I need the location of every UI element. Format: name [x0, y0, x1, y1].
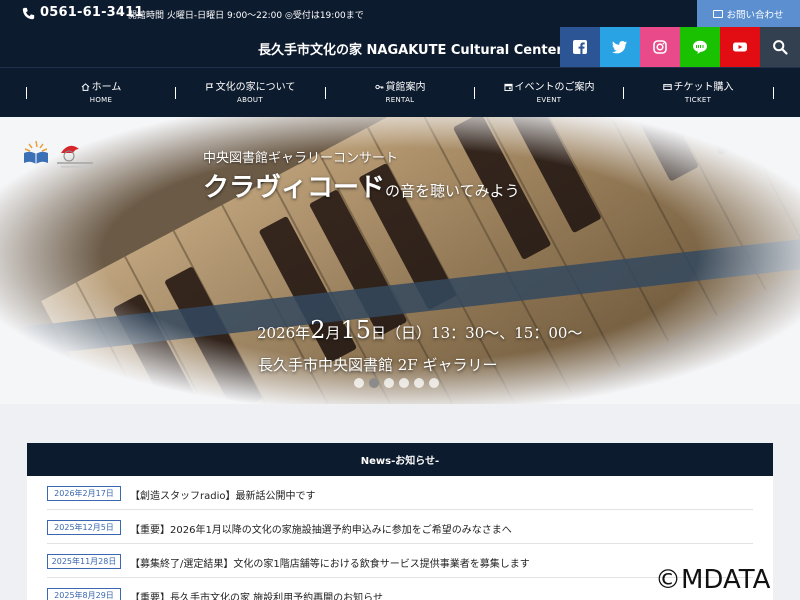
- nav-item-home[interactable]: ホーム HOME: [26, 68, 176, 118]
- hero-title-tail: の音を聴いてみよう: [385, 182, 520, 200]
- slider-dot[interactable]: [399, 378, 409, 388]
- news-item[interactable]: 2025年12月5日 【重要】2026年1月以降の文化の家施設抽選予約申込みに参…: [47, 510, 753, 544]
- phone-icon: [22, 7, 35, 20]
- news-title[interactable]: 【募集終了/選定結果】文化の家1階店舗等における飲食サービス提供事業者を募集しま…: [130, 555, 530, 570]
- watermark: ©MDATA: [655, 565, 771, 595]
- news-item[interactable]: 2025年11月28日 【募集終了/選定結果】文化の家1階店舗等における飲食サー…: [47, 544, 753, 578]
- nav-sublabel-about: ABOUT: [237, 96, 263, 104]
- instagram-icon: [653, 40, 667, 54]
- slider-dot[interactable]: [354, 378, 364, 388]
- search-button[interactable]: [760, 27, 800, 67]
- nav-item-event[interactable]: イベントのご案内 EVENT: [474, 68, 624, 118]
- nav-divider: [773, 87, 774, 99]
- hero-date-day-unit: 日: [371, 324, 387, 342]
- nav-label-home: ホーム: [91, 82, 122, 93]
- flag-icon: [205, 83, 213, 91]
- hero-venue: 長久手市中央図書館 2F ギャラリー: [258, 356, 498, 374]
- slider-dot[interactable]: [369, 378, 379, 388]
- calendar-icon: [503, 83, 513, 91]
- line-icon: [693, 40, 707, 54]
- library-logo: [24, 140, 48, 164]
- nav-label-about: 文化の家について: [215, 82, 296, 93]
- site-header: 長久手市文化の家 NAGAKUTE Cultural Center: [0, 27, 800, 67]
- hero-date-year: 2026年: [257, 324, 311, 342]
- hero-date-time: 13：30〜、15：00〜: [431, 324, 583, 342]
- news-date: 2025年8月29日: [47, 588, 121, 600]
- hero-title: クラヴィコード: [203, 173, 386, 203]
- news-title[interactable]: 【重要】長久手市文化の家 施設利用予約再開のお知らせ: [130, 589, 383, 600]
- slider-dot[interactable]: [429, 378, 439, 388]
- news-title[interactable]: 【創造スタッフradio】最新話公開中です: [130, 487, 315, 502]
- news-heading: News-お知らせ-: [27, 443, 773, 476]
- slider-pagination: [354, 378, 439, 388]
- hero-date-month-unit: 月: [325, 324, 341, 342]
- nav-sublabel-rental: RENTAL: [385, 96, 415, 104]
- facebook-icon: [573, 40, 587, 54]
- hero-date: 2026年2月15日（日）13：30〜、15：00〜: [257, 316, 582, 344]
- line-button[interactable]: [680, 27, 720, 67]
- slider-dot[interactable]: [384, 378, 394, 388]
- hero-date-day: 15: [340, 316, 372, 344]
- nav-label-rental: 貸館案内: [385, 82, 426, 93]
- contact-label: お問い合わせ: [726, 9, 784, 21]
- nav-sublabel-home: HOME: [89, 96, 113, 104]
- nav-label-event: イベントのご案内: [514, 82, 595, 93]
- news-item[interactable]: 2025年8月29日 【重要】長久手市文化の家 施設利用予約再開のお知らせ: [47, 578, 753, 600]
- top-info-bar: 0561-61-3411 開館時間 火曜日-日曜日 9:00〜22:00 ◎受付…: [0, 0, 800, 27]
- news-date: 2025年11月28日: [47, 554, 121, 569]
- global-nav: ホーム HOME 文化の家について ABOUT 貸館案内 RENTAL イベント…: [0, 67, 800, 117]
- nav-item-rental[interactable]: 貸館案内 RENTAL: [325, 68, 475, 118]
- hero-title-block: クラヴィコードの音を聴いてみよう: [203, 167, 520, 204]
- key-icon: [374, 84, 383, 90]
- youtube-button[interactable]: [720, 27, 760, 67]
- hero-date-month: 2: [310, 316, 326, 344]
- search-icon: [773, 40, 788, 55]
- youtube-icon: [733, 42, 747, 52]
- mail-icon: [713, 9, 724, 18]
- nav-item-about[interactable]: 文化の家について ABOUT: [175, 68, 325, 118]
- news-date: 2026年2月17日: [47, 486, 121, 501]
- hero-slider[interactable]: 中央図書館ギャラリーコンサート クラヴィコードの音を聴いてみよう 2026年2月…: [0, 117, 800, 404]
- hero-subtitle: 中央図書館ギャラリーコンサート: [203, 151, 399, 166]
- facebook-button[interactable]: [560, 27, 600, 67]
- hero-date-weekday: （日）: [386, 324, 432, 342]
- nav-sublabel-ticket: TICKET: [684, 96, 712, 104]
- nav-sublabel-event: EVENT: [536, 96, 562, 104]
- contact-button[interactable]: お問い合わせ: [697, 0, 800, 27]
- ticket-icon: [662, 84, 672, 91]
- news-item[interactable]: 2026年2月17日 【創造スタッフradio】最新話公開中です: [47, 476, 753, 510]
- nav-label-ticket: チケット購入: [673, 82, 734, 93]
- nav-item-ticket[interactable]: チケット購入 TICKET: [623, 68, 773, 118]
- opening-hours: 開館時間 火曜日-日曜日 9:00〜22:00 ◎受付は19:00まで: [128, 11, 364, 21]
- twitter-button[interactable]: [600, 27, 640, 67]
- news-title[interactable]: 【重要】2026年1月以降の文化の家施設抽選予約申込みに参加をご希望のみなさまへ: [130, 521, 512, 536]
- home-icon: [81, 83, 90, 91]
- slider-dot[interactable]: [414, 378, 424, 388]
- site-title[interactable]: 長久手市文化の家 NAGAKUTE Cultural Center: [258, 39, 563, 58]
- twitter-icon: [612, 41, 627, 54]
- news-date: 2025年12月5日: [47, 520, 121, 535]
- cultural-center-logo: [57, 145, 93, 168]
- instagram-button[interactable]: [640, 27, 680, 67]
